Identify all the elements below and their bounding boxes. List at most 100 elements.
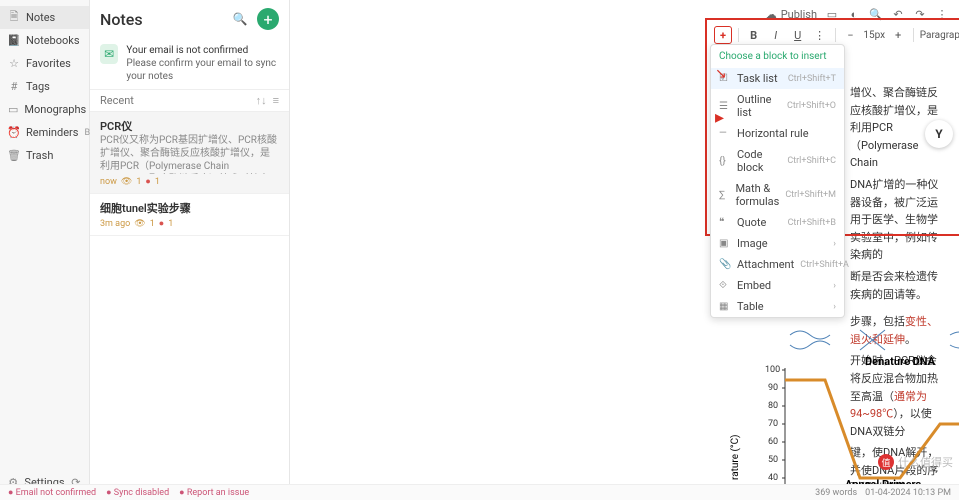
note-list-panel: Notes 🔍 + ✉ Your email is not confirmed … [90, 0, 290, 500]
note-title: 细胞tunel实验步骤 [100, 200, 279, 216]
bell-icon: ⏰ [8, 127, 20, 139]
plus-icon: + [263, 10, 272, 29]
note-item[interactable]: 细胞tunel实验步骤 3m ago 👁1 ●1 [90, 194, 289, 236]
text-more-button[interactable]: ⋮ [811, 26, 829, 44]
hr-icon: — [719, 128, 731, 139]
svg-text:90: 90 [768, 383, 778, 393]
sidebar-item-monographs[interactable]: ▭ Monographs [0, 98, 89, 121]
undo-icon[interactable]: ↶ [891, 7, 905, 21]
redo-icon[interactable]: ↷ [913, 7, 927, 21]
recent-header: Recent ↑↓ ≡ [90, 89, 289, 112]
note-preview: PCR仪又称为PCR基因扩增仪、PCR核酸扩增仪、聚合酶链反应核酸扩增仪，是利用… [100, 134, 279, 174]
note-icon: 🗎 [8, 12, 20, 24]
annotation-arrow-icon: ↘ [715, 67, 727, 81]
sidebar-item-label: Notes [26, 11, 55, 24]
publish-button[interactable]: ☁Publish [766, 8, 817, 21]
attachment-icon: 📎 [719, 259, 731, 270]
status-sync[interactable]: ● Sync disabled [106, 487, 169, 498]
math-icon: ∑ [719, 190, 729, 201]
svg-text:60: 60 [768, 437, 778, 447]
chart-label-denature: Denature DNA [865, 355, 936, 368]
sidebar: 🗎 Notes 📓Notebooks ☆ Favorites # Tags ▭ Mono… [0, 0, 90, 500]
image-icon: ▣ [719, 238, 731, 249]
chevron-right-icon: › [833, 239, 836, 249]
cloud-up-icon: ☁ [766, 8, 777, 21]
focus-icon[interactable]: ◐ [847, 7, 861, 21]
recent-label: Recent [100, 94, 134, 107]
dropdown-item-quote[interactable]: ❝QuoteCtrl+Shift+B [711, 212, 844, 233]
dropdown-item-attachment[interactable]: 📎AttachmentCtrl+Shift+A [711, 254, 844, 275]
notelist-title: Notes [100, 10, 223, 29]
sidebar-item-notes[interactable]: 🗎 Notes [0, 6, 89, 29]
cloud-icon: ● [145, 176, 150, 187]
insert-block-button[interactable]: + [714, 26, 732, 44]
font-decrease-button[interactable]: − [841, 26, 859, 44]
note-meta: now 👁1 ●1 [100, 176, 279, 187]
status-report[interactable]: ● Report an issue [179, 487, 249, 498]
envelope-icon: ✉ [100, 44, 118, 64]
add-note-button[interactable]: + [257, 8, 279, 30]
email-banner-title: Your email is not confirmed [126, 44, 279, 57]
dropdown-header: Choose a block to insert [711, 45, 844, 68]
table-icon: ▦ [719, 301, 731, 312]
status-words: 369 words [815, 488, 857, 498]
email-banner[interactable]: ✉ Your email is not confirmed Please con… [90, 38, 289, 89]
dropdown-item-outlinelist[interactable]: ☰Outline listCtrl+Shift+O [711, 89, 844, 123]
note-meta: 3m ago 👁1 ●1 [100, 218, 279, 229]
search-button[interactable]: 🔍 [229, 8, 251, 30]
dropdown-item-table[interactable]: ▦Table› [711, 296, 844, 317]
dropdown-item-embed[interactable]: ⟐Embed› [711, 275, 844, 296]
sidebar-item-label: Monographs [24, 103, 86, 116]
font-size-select[interactable]: 15px [863, 30, 885, 41]
sidebar-item-label: Tags [26, 80, 50, 93]
svg-text:50: 50 [768, 455, 778, 465]
side-logo[interactable]: Y [925, 120, 953, 148]
list-view-icon[interactable]: ≡ [273, 94, 279, 107]
underline-button[interactable]: U [789, 26, 807, 44]
italic-button[interactable]: I [767, 26, 785, 44]
cloud-icon: ● [159, 218, 164, 229]
svg-text:80: 80 [768, 401, 778, 411]
insert-block-dropdown: Choose a block to insert ↘ ▸ ☑Task listC… [710, 44, 845, 318]
search-icon[interactable]: 🔍 [869, 7, 883, 21]
status-bar: ● Email not confirmed ● Sync disabled ● … [0, 484, 959, 500]
watermark-icon: 值 [878, 454, 894, 470]
more-icon[interactable]: ⋮ [935, 7, 949, 21]
dropdown-item-tasklist[interactable]: ☑Task listCtrl+Shift+T [711, 68, 844, 89]
editor-pane: ☁Publish ▭ ◐ 🔍 ↶ ↷ ⋮ + B I U ⋮ − 15px + … [290, 0, 959, 500]
notebook-icon: 📓 [8, 35, 20, 47]
quote-icon: ❝ [719, 217, 731, 228]
hash-icon: # [8, 81, 20, 93]
toc-icon[interactable]: ▭ [825, 7, 839, 21]
sidebar-item-label: Trash [26, 149, 53, 162]
annotation-arrow-icon: ▸ [715, 109, 724, 127]
status-email[interactable]: ● Email not confirmed [8, 487, 96, 498]
status-date: 01-04-2024 10:13 PM [865, 488, 951, 498]
sidebar-item-label: Favorites [26, 57, 71, 70]
sidebar-item-notebooks[interactable]: 📓Notebooks [0, 29, 89, 52]
eye-icon: 👁 [134, 219, 145, 229]
dropdown-item-image[interactable]: ▣Image› [711, 233, 844, 254]
code-icon: {} [719, 156, 731, 167]
paragraph-select[interactable]: Paragraph ▾ [920, 30, 959, 41]
sidebar-item-reminders[interactable]: ⏰RemindersBeta [0, 121, 89, 144]
chevron-right-icon: › [833, 281, 836, 291]
sidebar-item-tags[interactable]: # Tags [0, 75, 89, 98]
bold-button[interactable]: B [745, 26, 763, 44]
dropdown-item-hr[interactable]: —Horizontal rule [711, 123, 844, 144]
embed-icon: ⟐ [719, 280, 731, 291]
dropdown-item-math[interactable]: ∑Math & formulasCtrl+Shift+M [711, 178, 844, 212]
sort-icon[interactable]: ↑↓ [256, 94, 267, 107]
sidebar-item-favorites[interactable]: ☆ Favorites [0, 52, 89, 75]
sidebar-item-label: Reminders [26, 126, 78, 139]
email-banner-subtitle: Please confirm your email to sync your n… [126, 57, 279, 83]
dropdown-item-codeblock[interactable]: {}Code blockCtrl+Shift+C [711, 144, 844, 178]
watermark: 值什么值得买 [878, 454, 953, 470]
note-item[interactable]: PCR仪 PCR仪又称为PCR基因扩增仪、PCR核酸扩增仪、聚合酶链反应核酸扩增… [90, 112, 289, 194]
book-icon: ▭ [8, 104, 18, 116]
trash-icon: 🗑 [8, 150, 20, 162]
sidebar-item-trash[interactable]: 🗑 Trash [0, 144, 89, 167]
font-increase-button[interactable]: + [889, 26, 907, 44]
eye-icon: 👁 [121, 177, 132, 187]
star-icon: ☆ [8, 58, 20, 70]
